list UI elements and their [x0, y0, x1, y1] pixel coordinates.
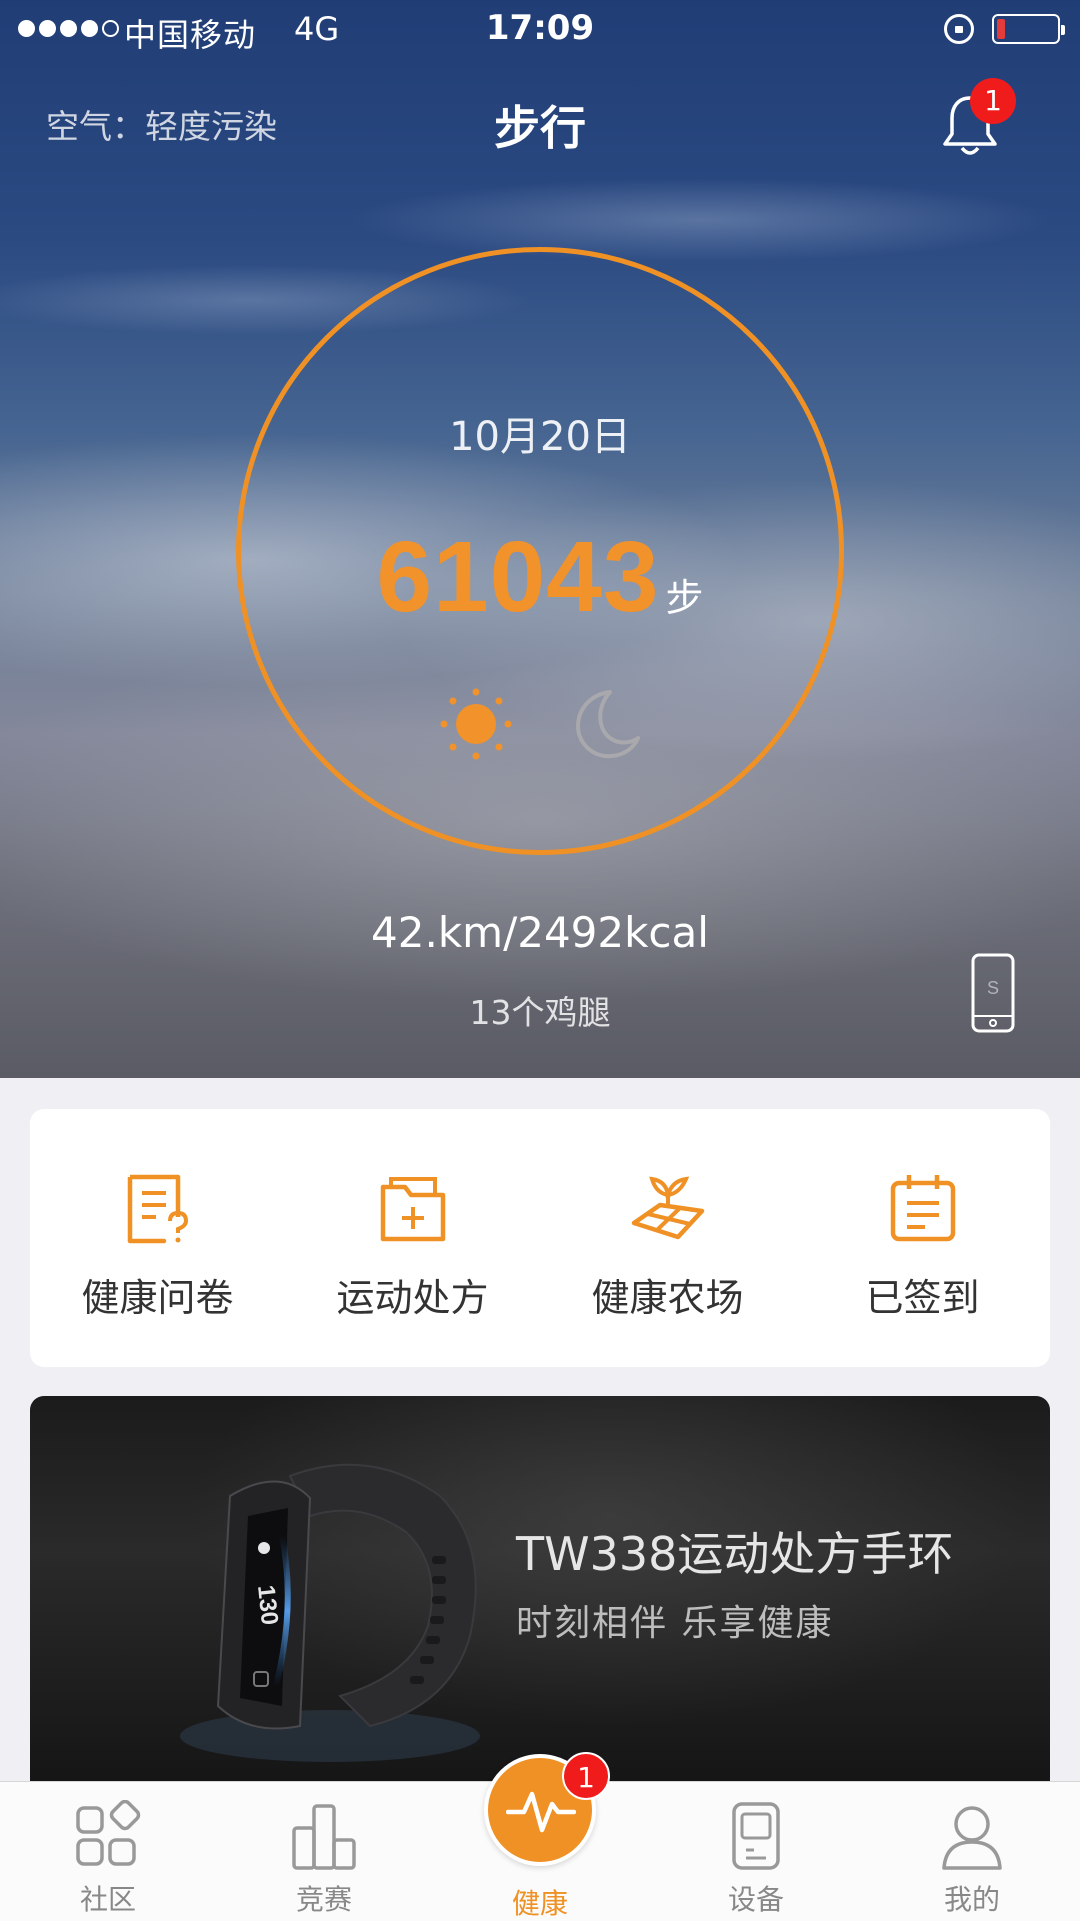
- tab-community-label: 社区: [79, 1883, 136, 1916]
- tab-community[interactable]: 社区: [0, 1782, 216, 1921]
- tab-device-label: 设备: [727, 1883, 784, 1916]
- tab-competition-label: 竞赛: [295, 1883, 352, 1916]
- fitness-band-image: 130: [180, 1463, 480, 1762]
- banner-title: TW338运动处方手环: [516, 1527, 954, 1581]
- questionnaire-icon: [127, 1174, 189, 1244]
- food-equivalent: 13个鸡腿: [469, 993, 611, 1032]
- quick-actions-card: 健康问卷 运动处方 健康农场 已签到: [30, 1109, 1050, 1367]
- status-time: 17:09: [485, 8, 595, 48]
- questionnaire-button[interactable]: 健康问卷: [30, 1109, 285, 1367]
- steps-display: 61043 步: [0, 520, 1080, 635]
- battery-icon: [992, 14, 1065, 44]
- checkin-label: 已签到: [865, 1276, 980, 1320]
- banner-subtitle: 时刻相伴 乐享健康: [516, 1603, 834, 1644]
- questionnaire-label: 健康问卷: [81, 1276, 234, 1320]
- summary-date: 10月20日: [449, 414, 631, 460]
- sun-icon[interactable]: [438, 686, 514, 762]
- tab-competition[interactable]: 竞赛: [216, 1782, 432, 1921]
- tab-profile-label: 我的: [943, 1883, 1000, 1916]
- tab-device[interactable]: 设备: [648, 1782, 864, 1921]
- health-tab-badge: 1: [562, 1752, 610, 1800]
- farm-sprout-icon: [631, 1176, 705, 1240]
- status-bar: 中国移动 4G 17:09: [0, 0, 1080, 60]
- rotation-lock-icon: [944, 14, 974, 44]
- checkin-button[interactable]: 已签到: [795, 1109, 1050, 1367]
- community-icon: [76, 1800, 141, 1866]
- notification-badge: 1: [970, 78, 1016, 124]
- tab-profile[interactable]: 我的: [864, 1782, 1080, 1921]
- profile-icon: [942, 1806, 1002, 1870]
- health-farm-label: 健康农场: [591, 1276, 744, 1320]
- device-screen-value: 130: [252, 1584, 283, 1627]
- step-hero: 中国移动 4G 17:09 空气：轻度污染 步行 1 10月20日 61043 步…: [0, 0, 1080, 1078]
- tab-health-label: 健康: [511, 1887, 568, 1920]
- device-icon: [732, 1802, 780, 1870]
- step-unit: 步: [665, 576, 704, 620]
- page-title: 步行: [494, 101, 586, 155]
- prescription-label: 运动处方: [336, 1276, 489, 1320]
- svg-text:S: S: [987, 978, 999, 998]
- product-banner[interactable]: 130 TW338运动处方手环 时刻相伴 乐享健康: [30, 1396, 1050, 1786]
- phone-sync-icon[interactable]: S: [970, 952, 1016, 1034]
- competition-icon: [292, 1804, 356, 1870]
- moon-icon[interactable]: [566, 686, 642, 762]
- health-farm-button[interactable]: 健康农场: [540, 1109, 795, 1367]
- distance-calories: 42.km/2492kcal: [371, 908, 709, 957]
- calendar-checkin-icon: [890, 1175, 956, 1242]
- prescription-button[interactable]: 运动处方: [285, 1109, 540, 1367]
- step-count: 61043: [376, 521, 660, 633]
- prescription-folder-icon: [380, 1177, 446, 1242]
